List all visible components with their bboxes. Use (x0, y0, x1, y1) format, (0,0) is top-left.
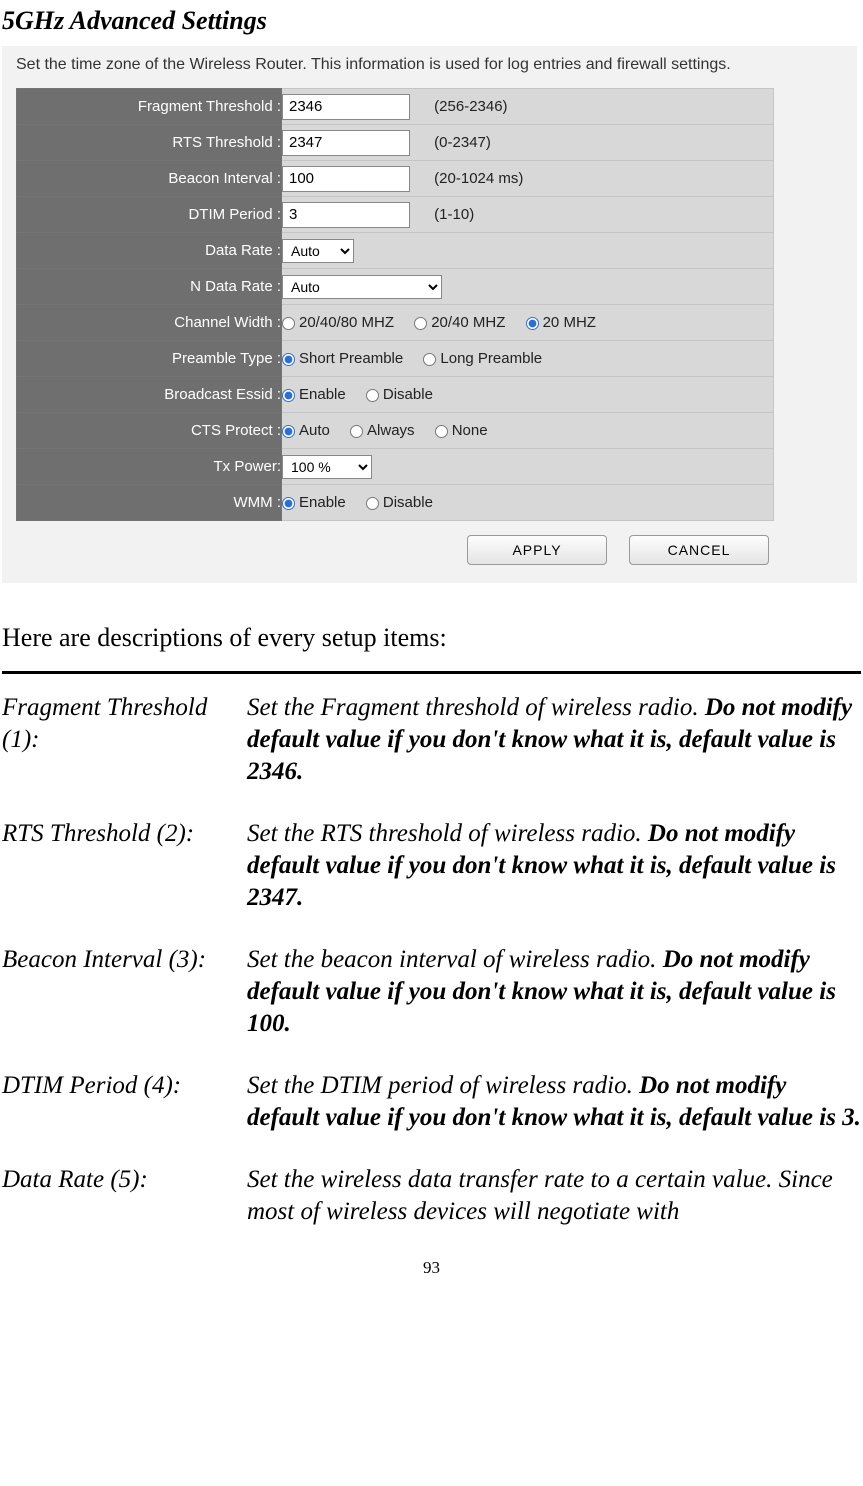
data-rate-label: Data Rate : (17, 233, 282, 269)
desc-dtim: DTIM Period (4): Set the DTIM period of … (2, 1070, 861, 1134)
fragment-label: Fragment Threshold : (17, 89, 282, 125)
chwidth-options: 20/40/80 MHZ 20/40 MHZ 20 MHZ (282, 305, 774, 341)
apply-button[interactable]: APPLY (467, 535, 607, 565)
wmm-disable[interactable] (366, 497, 379, 510)
chwidth-204080[interactable] (282, 317, 295, 330)
bcast-disable[interactable] (366, 389, 379, 402)
desc-rts: RTS Threshold (2): Set the RTS threshold… (2, 818, 861, 914)
desc-beacon: Beacon Interval (3): Set the beacon inte… (2, 944, 861, 1040)
bcast-enable[interactable] (282, 389, 295, 402)
beacon-input[interactable] (282, 166, 410, 192)
intro-text: Here are descriptions of every setup ite… (2, 623, 861, 653)
bcast-options: Enable Disable (282, 377, 774, 413)
chwidth-2040[interactable] (414, 317, 427, 330)
dtim-label: DTIM Period : (17, 197, 282, 233)
dtim-input[interactable] (282, 202, 410, 228)
beacon-hint: (20-1024 ms) (434, 170, 523, 187)
rts-hint: (0-2347) (434, 134, 491, 151)
txp-select[interactable]: 100 % (282, 455, 372, 479)
cts-options: Auto Always None (282, 413, 774, 449)
wmm-label: WMM : (17, 485, 282, 521)
cts-auto[interactable] (282, 425, 295, 438)
bcast-label: Broadcast Essid : (17, 377, 282, 413)
page-title: 5GHz Advanced Settings (2, 6, 861, 36)
preamble-short[interactable] (282, 353, 295, 366)
router-settings-panel: Set the time zone of the Wireless Router… (2, 46, 857, 583)
n-rate-label: N Data Rate : (17, 269, 282, 305)
rts-label: RTS Threshold : (17, 125, 282, 161)
divider (2, 671, 861, 674)
cancel-button[interactable]: CANCEL (629, 535, 769, 565)
fragment-hint: (256-2346) (434, 98, 507, 115)
panel-caption: Set the time zone of the Wireless Router… (16, 56, 843, 74)
chwidth-20[interactable] (526, 317, 539, 330)
wmm-options: Enable Disable (282, 485, 774, 521)
dtim-hint: (1-10) (434, 206, 474, 223)
preamble-label: Preamble Type : (17, 341, 282, 377)
rts-input[interactable] (282, 130, 410, 156)
settings-table: Fragment Threshold : (256-2346) RTS Thre… (16, 88, 774, 521)
preamble-options: Short Preamble Long Preamble (282, 341, 774, 377)
n-rate-select[interactable]: Auto (282, 275, 442, 299)
data-rate-select[interactable]: Auto (282, 239, 354, 263)
beacon-label: Beacon Interval : (17, 161, 282, 197)
cts-none[interactable] (435, 425, 448, 438)
wmm-enable[interactable] (282, 497, 295, 510)
txp-label: Tx Power: (17, 449, 282, 485)
desc-fragment: Fragment Threshold (1): Set the Fragment… (2, 692, 861, 788)
page-number: 93 (2, 1258, 861, 1278)
cts-always[interactable] (350, 425, 363, 438)
cts-label: CTS Protect : (17, 413, 282, 449)
chwidth-label: Channel Width : (17, 305, 282, 341)
desc-data-rate: Data Rate (5): Set the wireless data tra… (2, 1164, 861, 1228)
fragment-input[interactable] (282, 94, 410, 120)
preamble-long[interactable] (423, 353, 436, 366)
